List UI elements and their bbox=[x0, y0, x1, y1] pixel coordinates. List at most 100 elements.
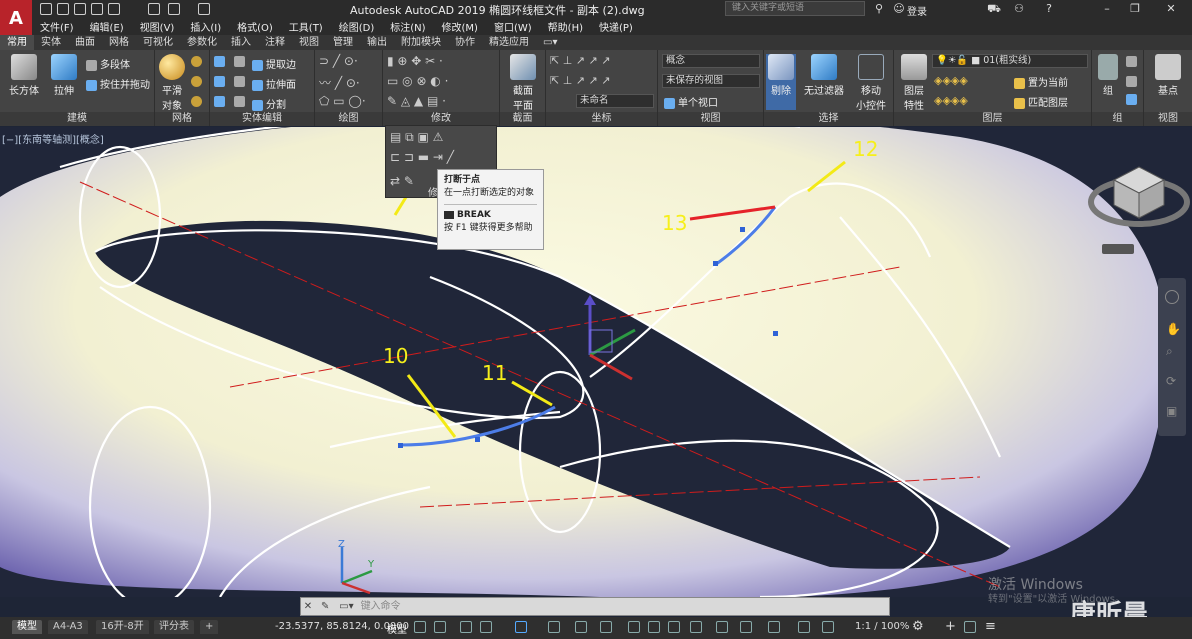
menu-view[interactable]: 视图(V) bbox=[132, 18, 183, 35]
osnap-icon[interactable] bbox=[515, 621, 527, 633]
mesh-smooth-less-icon[interactable] bbox=[191, 76, 202, 87]
grip[interactable] bbox=[398, 443, 403, 448]
layer-tools-icons-2[interactable]: ◈◈◈◈ bbox=[934, 94, 968, 107]
customize-icon[interactable]: ✎ bbox=[318, 598, 332, 615]
workspace-icon[interactable] bbox=[768, 621, 780, 633]
showmotion-icon[interactable]: ▣ bbox=[1166, 404, 1177, 418]
snap-icon[interactable] bbox=[434, 621, 446, 633]
ucs-named-dropdown[interactable]: 未命名 bbox=[576, 94, 654, 108]
extract-edges-button[interactable]: 提取边 bbox=[252, 56, 296, 71]
command-input[interactable]: 键入命令 bbox=[361, 601, 401, 612]
intersect-icon[interactable] bbox=[214, 96, 225, 107]
polar-icon[interactable] bbox=[480, 621, 492, 633]
mesh-refine-icon[interactable] bbox=[191, 96, 202, 107]
binoculars-icon[interactable]: ⚲ bbox=[870, 1, 888, 17]
login-button[interactable]: 登录 bbox=[907, 3, 927, 18]
steering-wheel-icon[interactable] bbox=[1165, 290, 1179, 304]
subtract-icon[interactable] bbox=[214, 76, 225, 87]
named-view-dropdown[interactable]: 未保存的视图 bbox=[662, 74, 760, 88]
group-select-icon[interactable] bbox=[1126, 94, 1137, 105]
3dosnap-icon[interactable] bbox=[548, 621, 560, 633]
gizmo-status-icon[interactable] bbox=[690, 621, 702, 633]
annotation-scale[interactable]: 1:1 / 100% bbox=[855, 621, 909, 632]
selection-cycling-icon[interactable] bbox=[668, 621, 680, 633]
panel-label-draw[interactable]: 绘图 bbox=[315, 112, 382, 126]
layout-tab-16k[interactable]: 16开-8开 bbox=[96, 620, 149, 634]
search-input[interactable]: 键入关键字或短语 bbox=[725, 1, 865, 16]
units-icon[interactable] bbox=[822, 621, 834, 633]
otrack-icon[interactable] bbox=[575, 621, 587, 633]
popup-row-2[interactable]: ⊏ ⊐ ▬ ⇥ ╱ bbox=[390, 150, 454, 164]
close-button[interactable]: ✕ bbox=[1162, 1, 1180, 17]
menu-file[interactable]: 文件(F) bbox=[32, 18, 82, 35]
ortho-icon[interactable] bbox=[460, 621, 472, 633]
panel-label-modeling[interactable]: 建模 bbox=[0, 112, 154, 126]
slice-icon[interactable] bbox=[234, 56, 245, 67]
panel-label-section[interactable]: 截面 bbox=[500, 112, 545, 126]
popup-row-1[interactable]: ▤ ⧉ ▣ ⚠ bbox=[390, 130, 443, 145]
interfere-icon[interactable] bbox=[234, 76, 245, 87]
panel-label-modify[interactable]: 修改 bbox=[383, 112, 499, 126]
orbit-icon[interactable]: ⟳ bbox=[1166, 374, 1176, 388]
tab-addins[interactable]: 附加模块 bbox=[394, 35, 448, 50]
tab-insert[interactable]: 插入 bbox=[224, 35, 258, 50]
redo-icon[interactable] bbox=[198, 3, 210, 15]
ribbon-toggle-icon[interactable]: ▭▾ bbox=[536, 35, 564, 50]
tab-manage[interactable]: 管理 bbox=[326, 35, 360, 50]
section-plane-button[interactable]: 截面 平面 bbox=[506, 54, 540, 112]
visual-style-dropdown[interactable]: 概念 bbox=[662, 54, 760, 68]
layout-tab-a4a3[interactable]: A4-A3 bbox=[48, 620, 88, 634]
annotation-visibility-icon[interactable] bbox=[716, 621, 728, 633]
minimize-button[interactable]: – bbox=[1098, 1, 1116, 17]
menu-window[interactable]: 窗口(W) bbox=[486, 18, 540, 35]
menu-draw[interactable]: 绘图(D) bbox=[331, 18, 383, 35]
settings-gear-icon[interactable]: ⚙ bbox=[912, 619, 924, 634]
pan-icon[interactable]: ✋ bbox=[1166, 322, 1181, 336]
panel-label-layers[interactable]: 图层 bbox=[894, 112, 1091, 126]
mesh-smooth-more-icon[interactable] bbox=[191, 56, 202, 67]
tab-surface[interactable]: 曲面 bbox=[68, 35, 102, 50]
plot-icon[interactable] bbox=[148, 3, 160, 15]
tab-solid[interactable]: 实体 bbox=[34, 35, 68, 50]
polysolid-button[interactable]: 多段体 bbox=[86, 56, 130, 71]
tab-parametric[interactable]: 参数化 bbox=[180, 35, 224, 50]
union-icon[interactable] bbox=[214, 56, 225, 67]
zoom-icon[interactable]: ⌕ bbox=[1166, 344, 1173, 359]
menu-help[interactable]: 帮助(H) bbox=[540, 18, 591, 35]
transparency-icon[interactable] bbox=[648, 621, 660, 633]
menu-insert[interactable]: 插入(I) bbox=[182, 18, 229, 35]
smooth-object-button[interactable]: 平滑 对象 bbox=[157, 54, 187, 112]
move-gizmo-button[interactable]: 移动 小控件 bbox=[852, 54, 890, 112]
close-command-icon[interactable]: ✕ bbox=[301, 598, 315, 615]
autoscale-icon[interactable] bbox=[740, 621, 752, 633]
new-icon[interactable] bbox=[40, 3, 52, 15]
layout-tab-model[interactable]: 模型 bbox=[12, 620, 42, 634]
web-icon[interactable] bbox=[108, 3, 120, 15]
no-filter-button[interactable]: 无过滤器 bbox=[802, 54, 846, 97]
menu-format[interactable]: 格式(O) bbox=[229, 18, 281, 35]
layer-dropdown[interactable]: 💡☀🔓 ■ 01(粗实线) bbox=[932, 54, 1088, 68]
drawing-viewport[interactable]: Z Y [−][东南等轴测][概念] 10 11 12 13 bbox=[0, 127, 1192, 597]
group-button[interactable]: 组 bbox=[1096, 54, 1120, 97]
open-icon[interactable] bbox=[57, 3, 69, 15]
culling-button[interactable]: 剔除 bbox=[766, 54, 796, 110]
match-layer-button[interactable]: 匹配图层 bbox=[1014, 94, 1068, 109]
torus-surface[interactable] bbox=[0, 127, 1167, 597]
viewcube-graphic[interactable] bbox=[1086, 152, 1192, 260]
panel-label-solid-edit[interactable]: 实体编辑 bbox=[210, 112, 314, 126]
recent-commands-icon[interactable]: ▭▾ bbox=[335, 598, 357, 615]
tab-view[interactable]: 视图 bbox=[292, 35, 326, 50]
extrude-button[interactable]: 拉伸 bbox=[48, 54, 80, 97]
tab-home[interactable]: 常用 bbox=[0, 35, 34, 50]
panel-label-coords[interactable]: 坐标 bbox=[546, 112, 657, 126]
annotation-monitor-icon[interactable] bbox=[798, 621, 810, 633]
grip[interactable] bbox=[713, 261, 718, 266]
box-button[interactable]: 长方体 bbox=[6, 54, 42, 97]
menu-dimension[interactable]: 标注(N) bbox=[382, 18, 433, 35]
set-current-button[interactable]: 置为当前 bbox=[1014, 74, 1068, 89]
model-canvas[interactable]: Z Y bbox=[0, 127, 1192, 597]
add-icon[interactable]: + bbox=[945, 619, 956, 634]
base-view-button[interactable]: 基点 bbox=[1150, 54, 1186, 97]
grip[interactable] bbox=[740, 227, 745, 232]
panel-label-mesh[interactable]: 网格 bbox=[155, 112, 209, 126]
